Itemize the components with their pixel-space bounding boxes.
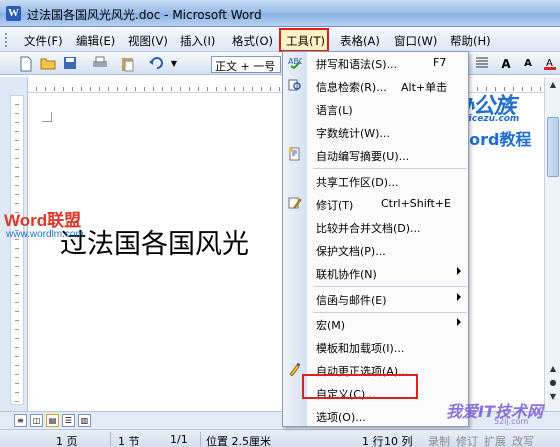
track-changes-icon: [287, 196, 303, 212]
vertical-scrollbar[interactable]: ▲ ▲ ● ▼: [544, 77, 560, 411]
menu-view[interactable]: 视图(V): [128, 33, 168, 49]
undo-dropdown-icon[interactable]: ▼: [166, 56, 182, 72]
status-separator: [200, 432, 201, 446]
autosummary-icon: [287, 147, 303, 163]
style-combobox[interactable]: 正文 + 一号: [211, 56, 281, 73]
formatting-toolbar-right: A A A: [464, 56, 560, 73]
menu-label: 修订(T): [316, 199, 354, 212]
align-justify-icon[interactable]: [474, 56, 490, 72]
status-separator: [110, 432, 111, 446]
margin-corner-mark: [42, 112, 52, 122]
autocorrect-icon: [287, 362, 303, 378]
menu-track-changes[interactable]: 修订(T) Ctrl+Shift+E: [283, 193, 469, 215]
menu-tools[interactable]: 工具(T): [286, 33, 325, 49]
menu-format[interactable]: 格式(O): [232, 33, 273, 49]
menu-letters-mailings[interactable]: 信函与邮件(E): [283, 288, 469, 310]
menu-help[interactable]: 帮助(H): [450, 33, 491, 49]
prev-page-icon[interactable]: ▲: [547, 363, 559, 375]
menu-research[interactable]: 信息检索(R)... Alt+单击: [283, 75, 469, 97]
status-ext[interactable]: 扩展: [484, 433, 506, 447]
menu-label: 联机协作(N): [316, 268, 377, 281]
font-color-icon[interactable]: A: [542, 56, 558, 72]
menu-label: 自动编写摘要(U)...: [316, 150, 410, 163]
print-layout-icon[interactable]: ▤: [46, 414, 59, 427]
browse-object-icon[interactable]: ●: [547, 377, 559, 389]
menu-insert[interactable]: 插入(I): [180, 33, 215, 49]
open-folder-icon[interactable]: [40, 56, 56, 72]
watermark-url: www.wordlm.com: [6, 229, 84, 240]
menu-shortcut: F7: [433, 56, 447, 69]
menu-label: 语言(L): [316, 104, 353, 117]
menu-macro[interactable]: 宏(M): [283, 313, 469, 335]
word-app-icon[interactable]: W: [6, 6, 21, 21]
submenu-arrow-icon: [457, 318, 461, 326]
web-layout-icon[interactable]: ◫: [30, 414, 43, 427]
menu-templates-addins[interactable]: 模板和加载项(I)...: [283, 336, 469, 358]
vertical-ruler[interactable]: [10, 95, 24, 405]
bottom-watermark: 我爱IT技术网 52ij.com: [424, 398, 560, 428]
menu-label: 字数统计(W)...: [316, 127, 390, 140]
submenu-arrow-icon: [457, 267, 461, 275]
reading-layout-icon[interactable]: ▥: [78, 414, 91, 427]
menu-table[interactable]: 表格(A): [340, 33, 380, 49]
watermark-brand: Word联盟: [4, 211, 82, 230]
spelling-icon: ABC: [287, 55, 305, 71]
shrink-font-icon[interactable]: A: [520, 56, 536, 72]
scroll-thumb[interactable]: [547, 117, 559, 177]
status-trk[interactable]: 修订: [456, 433, 478, 447]
status-ovr[interactable]: 改写: [512, 433, 534, 447]
status-bar: 1 页 1 节 1/1 位置 2.5厘米 1 行 10 列 录制 修订 扩展 改…: [0, 429, 560, 447]
status-column: 10 列: [384, 435, 413, 447]
print-icon[interactable]: [92, 56, 108, 72]
menu-label: 保护文档(P)...: [316, 245, 386, 258]
menu-label: 比较并合并文档(D)...: [316, 222, 421, 235]
title-bar: W 过法国各国风光风光.doc - Microsoft Word: [0, 0, 560, 27]
menu-label: 共享工作区(D)...: [316, 176, 399, 189]
status-page: 1 页: [56, 435, 78, 447]
menu-window[interactable]: 窗口(W): [394, 33, 437, 49]
menu-separator: [313, 286, 467, 287]
normal-view-icon[interactable]: ≡: [14, 414, 27, 427]
status-position: 位置 2.5厘米: [206, 435, 271, 447]
menu-shortcut: Alt+单击: [401, 81, 448, 94]
status-page-of: 1/1: [170, 433, 188, 446]
menu-shared-workspace[interactable]: 共享工作区(D)...: [283, 170, 469, 192]
menu-separator: [313, 168, 467, 169]
status-rec[interactable]: 录制: [428, 433, 450, 447]
menu-compare-merge[interactable]: 比较并合并文档(D)...: [283, 216, 469, 238]
menu-label: 模板和加载项(I)...: [316, 342, 405, 355]
scroll-up-icon[interactable]: ▲: [547, 79, 559, 91]
save-icon[interactable]: [62, 56, 78, 72]
menubar-grip-handle[interactable]: [5, 33, 8, 47]
menu-file[interactable]: 文件(F): [24, 33, 63, 49]
menu-protect-document[interactable]: 保护文档(P)...: [283, 239, 469, 261]
outline-view-icon[interactable]: ☰: [62, 414, 75, 427]
watermark-url: 52ij.com: [494, 417, 529, 426]
menu-shortcut: Ctrl+Shift+E: [381, 197, 451, 210]
menu-autosummarize[interactable]: 自动编写摘要(U)...: [283, 144, 469, 166]
menu-word-count[interactable]: 字数统计(W)...: [283, 121, 469, 143]
menu-edit[interactable]: 编辑(E): [76, 33, 115, 49]
paste-icon[interactable]: [120, 56, 136, 72]
menu-label: 信函与邮件(E): [316, 294, 387, 307]
menu-language[interactable]: 语言(L): [283, 98, 469, 120]
status-section: 1 节: [118, 435, 140, 447]
submenu-arrow-icon: [457, 293, 461, 301]
tools-dropdown-menu: ABC 拼写和语法(S)... F7 信息检索(R)... Alt+单击 语言(…: [282, 51, 469, 427]
window-title: 过法国各国风光风光.doc - Microsoft Word: [27, 8, 262, 22]
research-icon: [287, 78, 303, 94]
wordlm-watermark: Word联盟 www.wordlm.com: [4, 206, 114, 246]
undo-icon[interactable]: [148, 56, 164, 72]
customize-highlight: [302, 374, 418, 399]
grow-font-icon[interactable]: A: [498, 56, 514, 72]
svg-text:ABC: ABC: [288, 57, 302, 66]
status-line: 1 行: [362, 435, 384, 447]
new-document-icon[interactable]: [18, 56, 34, 72]
menu-spelling-grammar[interactable]: ABC 拼写和语法(S)... F7: [283, 52, 469, 74]
menu-label: 拼写和语法(S)...: [316, 58, 398, 71]
menu-label: 宏(M): [316, 319, 346, 332]
menu-label: 选项(O)...: [316, 411, 366, 424]
menu-online-collaboration[interactable]: 联机协作(N): [283, 262, 469, 284]
menu-label: 信息检索(R)...: [316, 81, 387, 94]
